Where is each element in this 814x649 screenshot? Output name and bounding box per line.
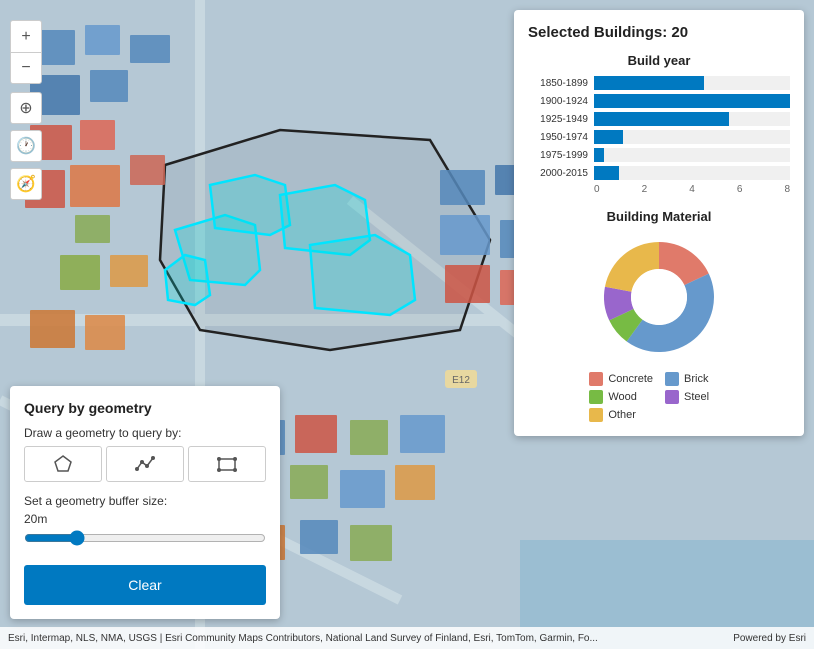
building-material-title: Building Material <box>528 209 790 224</box>
bar-bg <box>594 130 790 144</box>
build-year-title: Build year <box>528 53 790 68</box>
bar-fill <box>594 76 704 90</box>
bar-fill <box>594 130 623 144</box>
map-container[interactable]: E12 + − ⊕ 🕐 🧭 Esri, Intermap, NLS, NMA, … <box>0 0 814 649</box>
query-panel-title: Query by geometry <box>24 400 266 416</box>
bar-fill <box>594 94 790 108</box>
bar-row: 1850-1899 <box>528 76 790 90</box>
bar-bg <box>594 112 790 126</box>
bar-label: 1900-1924 <box>528 96 588 107</box>
legend-item: Other <box>589 408 653 422</box>
buffer-value: 20m <box>24 512 266 526</box>
legend-item: Concrete <box>589 372 653 386</box>
slider-container <box>24 530 266 551</box>
zoom-out-button[interactable]: − <box>10 52 42 84</box>
legend-color <box>589 408 603 422</box>
bar-label: 1975-1999 <box>528 150 588 161</box>
history-button[interactable]: 🕐 <box>10 130 42 162</box>
compass-button[interactable]: 🧭 <box>10 168 42 200</box>
bar-row: 1900-1924 <box>528 94 790 108</box>
legend-label: Other <box>608 409 636 421</box>
bar-row: 2000-2015 <box>528 166 790 180</box>
legend-color <box>589 390 603 404</box>
legend-item: Brick <box>665 372 729 386</box>
stats-panel: Selected Buildings: 20 Build year 1850-1… <box>514 10 804 436</box>
bar-label: 2000-2015 <box>528 168 588 179</box>
clear-button[interactable]: Clear <box>24 565 266 605</box>
bar-label: 1950-1974 <box>528 132 588 143</box>
legend-color <box>589 372 603 386</box>
pan-button[interactable]: ⊕ <box>10 92 42 124</box>
legend-label: Steel <box>684 391 709 403</box>
legend-label: Wood <box>608 391 637 403</box>
draw-label: Draw a geometry to query by: <box>24 426 266 440</box>
bar-bg <box>594 94 790 108</box>
bar-row: 1950-1974 <box>528 130 790 144</box>
polygon-tool-button[interactable] <box>24 446 102 482</box>
bar-fill <box>594 112 729 126</box>
x-axis: 02468 <box>594 184 790 195</box>
legend-item: Wood <box>589 390 653 404</box>
bar-label: 1925-1949 <box>528 114 588 125</box>
bar-bg <box>594 148 790 162</box>
bar-row: 1925-1949 <box>528 112 790 126</box>
legend-label: Concrete <box>608 373 653 385</box>
buffer-slider[interactable] <box>24 530 266 546</box>
bar-row: 1975-1999 <box>528 148 790 162</box>
stats-title: Selected Buildings: 20 <box>528 24 790 41</box>
draw-tools <box>24 446 266 482</box>
bar-label: 1850-1899 <box>528 78 588 89</box>
zoom-in-button[interactable]: + <box>10 20 42 52</box>
legend-label: Brick <box>684 373 708 385</box>
build-year-chart: Build year 1850-1899 1900-1924 1925-1949… <box>528 53 790 195</box>
query-panel: Query by geometry Draw a geometry to que… <box>10 386 280 619</box>
legend-color <box>665 372 679 386</box>
powered-by: Powered by Esri <box>733 633 806 644</box>
bar-bg <box>594 76 790 90</box>
map-controls: + − ⊕ 🕐 🧭 <box>10 20 42 200</box>
legend-item: Steel <box>665 390 729 404</box>
attribution-bar: Esri, Intermap, NLS, NMA, USGS | Esri Co… <box>0 627 814 649</box>
legend-color <box>665 390 679 404</box>
attribution-text: Esri, Intermap, NLS, NMA, USGS | Esri Co… <box>8 633 598 644</box>
legend: Concrete Brick Wood Steel Other <box>589 372 728 422</box>
bar-fill <box>594 148 604 162</box>
polyline-tool-button[interactable] <box>106 446 184 482</box>
rectangle-tool-button[interactable] <box>188 446 266 482</box>
bar-bg <box>594 166 790 180</box>
donut-chart: Concrete Brick Wood Steel Other <box>528 232 790 422</box>
donut-svg <box>579 232 739 362</box>
buffer-label: Set a geometry buffer size: <box>24 494 266 508</box>
bar-fill <box>594 166 619 180</box>
